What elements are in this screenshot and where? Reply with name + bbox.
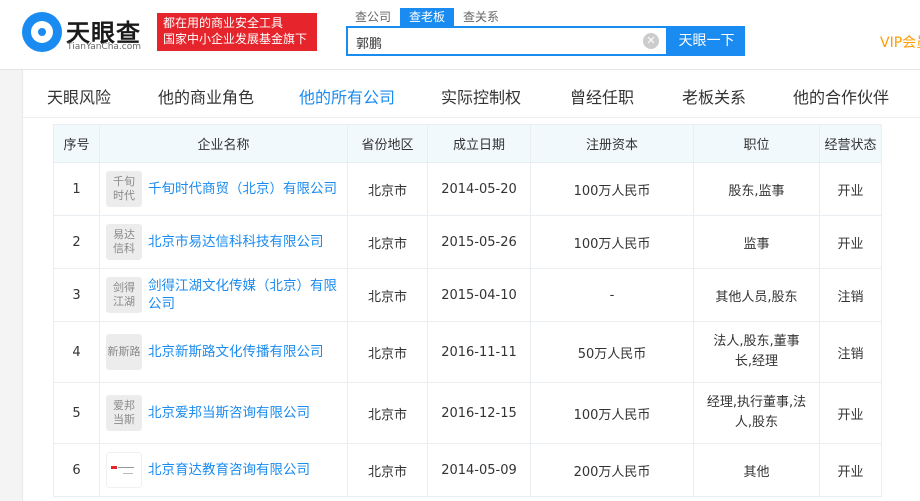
header-region: 省份地区: [347, 124, 428, 163]
search-button[interactable]: 天眼一下: [668, 26, 745, 56]
tab-actual-control[interactable]: 实际控制权: [441, 84, 521, 108]
header-status: 经营状态: [819, 124, 882, 163]
tab-business-roles[interactable]: 他的商业角色: [158, 84, 254, 108]
position-cell: 经理,执行董事,法人,股东: [693, 382, 820, 444]
slogan-line-2: 国家中小企业发展基金旗下: [163, 32, 308, 46]
tab-risk[interactable]: 天眼风险: [47, 84, 111, 108]
company-link[interactable]: 千旬时代商贸（北京）有限公司: [148, 180, 337, 198]
status-cell: 注销: [819, 321, 882, 383]
capital-cell: -: [530, 268, 694, 322]
tab-boss-relations[interactable]: 老板关系: [682, 84, 746, 108]
region-cell: 北京市: [347, 321, 428, 383]
top-header: 天眼查 TianYanCha.com 都在用的商业安全工具 国家中小企业发展基金…: [0, 0, 920, 70]
row-index: 2: [53, 215, 100, 269]
tab-former-positions[interactable]: 曾经任职: [570, 84, 634, 108]
tab-partners[interactable]: 他的合作伙伴: [793, 84, 889, 108]
position-cell: 其他人员,股东: [693, 268, 820, 322]
capital-cell: 200万人民币: [530, 443, 694, 497]
slogan-line-1: 都在用的商业安全工具: [163, 16, 284, 30]
search-input[interactable]: [356, 33, 636, 51]
logo-domain: TianYanCha.com: [67, 42, 142, 52]
position-cell: 股东,监事: [693, 162, 820, 216]
content-panel: 天眼风险 他的商业角色 他的所有公司 实际控制权 曾经任职 老板关系 他的合作伙…: [22, 70, 920, 501]
header-founded-date: 成立日期: [427, 124, 531, 163]
company-cell: 千旬 时代 千旬时代商贸（北京）有限公司: [99, 162, 348, 216]
company-cell: 剑得 江湖 剑得江湖文化传媒（北京）有限公司: [99, 268, 348, 322]
company-link[interactable]: 北京新斯路文化传播有限公司: [148, 343, 324, 361]
header-index: 序号: [53, 124, 100, 163]
table-row: 2 易达 信科 北京市易达信科科技有限公司 北京市 2015-05-26 100万…: [53, 215, 882, 269]
table-row: 3 剑得 江湖 剑得江湖文化传媒（北京）有限公司 北京市 2015-04-10 -…: [53, 268, 882, 322]
search-type-tabs: 查公司 查老板 查关系: [346, 8, 508, 26]
header-company-name: 企业名称: [99, 124, 348, 163]
region-cell: 北京市: [347, 268, 428, 322]
site-logo[interactable]: 天眼查 TianYanCha.com: [22, 12, 152, 52]
date-cell: 2014-05-20: [427, 162, 531, 216]
table-row: 1 千旬 时代 千旬时代商贸（北京）有限公司 北京市 2014-05-20 100…: [53, 162, 882, 216]
search-tab-boss[interactable]: 查老板: [400, 8, 455, 26]
search-box: ✕: [346, 26, 668, 56]
capital-cell: 100万人民币: [530, 215, 694, 269]
header-position: 职位: [693, 124, 820, 163]
row-index: 3: [53, 268, 100, 322]
region-cell: 北京市: [347, 382, 428, 444]
company-logo: 爱邦 当斯: [106, 395, 142, 431]
eye-logo-icon: [22, 12, 62, 52]
company-link[interactable]: 北京育达教育咨询有限公司: [148, 461, 310, 479]
position-cell: 法人,股东,董事长,经理: [693, 321, 820, 383]
companies-table: 序号 企业名称 省份地区 成立日期 注册资本 职位 经营状态 1 千旬 时代 千旬…: [53, 124, 882, 497]
capital-cell: 100万人民币: [530, 162, 694, 216]
company-cell: 北京育达教育咨询有限公司: [99, 443, 348, 497]
search-tab-relation[interactable]: 查关系: [454, 8, 508, 26]
company-link[interactable]: 北京爱邦当斯咨询有限公司: [148, 404, 310, 422]
company-link[interactable]: 剑得江湖文化传媒（北京）有限公司: [148, 277, 347, 313]
company-logo-image: [106, 452, 142, 488]
vip-link[interactable]: VIP会员: [880, 32, 920, 52]
company-logo: 剑得 江湖: [106, 277, 142, 313]
date-cell: 2015-05-26: [427, 215, 531, 269]
row-index: 6: [53, 443, 100, 497]
company-logo: 易达 信科: [106, 224, 142, 260]
company-cell: 易达 信科 北京市易达信科科技有限公司: [99, 215, 348, 269]
status-cell: 注销: [819, 268, 882, 322]
row-index: 5: [53, 382, 100, 444]
company-logo: 千旬 时代: [106, 171, 142, 207]
region-cell: 北京市: [347, 443, 428, 497]
status-cell: 开业: [819, 382, 882, 444]
company-cell: 新斯路 北京新斯路文化传播有限公司: [99, 321, 348, 383]
status-cell: 开业: [819, 215, 882, 269]
date-cell: 2016-12-15: [427, 382, 531, 444]
date-cell: 2015-04-10: [427, 268, 531, 322]
position-cell: 监事: [693, 215, 820, 269]
header-registered-capital: 注册资本: [530, 124, 694, 163]
search-tab-company[interactable]: 查公司: [346, 8, 400, 26]
position-cell: 其他: [693, 443, 820, 497]
capital-cell: 50万人民币: [530, 321, 694, 383]
status-cell: 开业: [819, 162, 882, 216]
status-cell: 开业: [819, 443, 882, 497]
table-row: 4 新斯路 北京新斯路文化传播有限公司 北京市 2016-11-11 50万人民币…: [53, 321, 882, 383]
tab-all-companies[interactable]: 他的所有公司: [299, 84, 395, 108]
clear-icon[interactable]: ✕: [643, 33, 659, 49]
company-link[interactable]: 北京市易达信科科技有限公司: [148, 233, 324, 251]
slogan-banner: 都在用的商业安全工具 国家中小企业发展基金旗下: [157, 13, 317, 51]
company-cell: 爱邦 当斯 北京爱邦当斯咨询有限公司: [99, 382, 348, 444]
company-logo: 新斯路: [106, 334, 142, 370]
region-cell: 北京市: [347, 215, 428, 269]
capital-cell: 100万人民币: [530, 382, 694, 444]
row-index: 4: [53, 321, 100, 383]
region-cell: 北京市: [347, 162, 428, 216]
date-cell: 2016-11-11: [427, 321, 531, 383]
profile-tabs: 天眼风险 他的商业角色 他的所有公司 实际控制权 曾经任职 老板关系 他的合作伙…: [23, 70, 920, 118]
row-index: 1: [53, 162, 100, 216]
table-row: 5 爱邦 当斯 北京爱邦当斯咨询有限公司 北京市 2016-12-15 100万人…: [53, 382, 882, 444]
table-header-row: 序号 企业名称 省份地区 成立日期 注册资本 职位 经营状态: [53, 124, 882, 163]
table-row: 6 北京育达教育咨询有限公司 北京市 2014-05-09 200万人民币 其他…: [53, 443, 882, 497]
date-cell: 2014-05-09: [427, 443, 531, 497]
